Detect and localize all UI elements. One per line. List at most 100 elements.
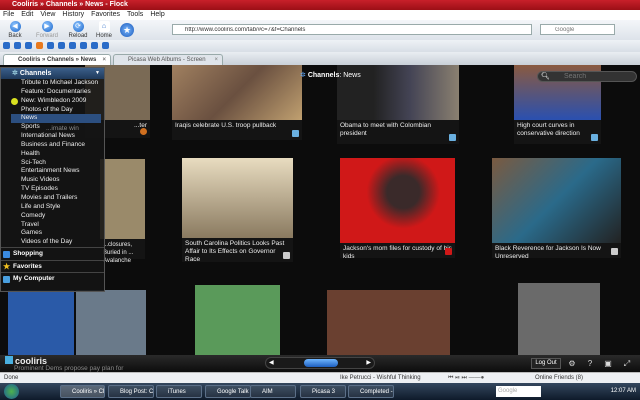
news-card[interactable] [518,283,600,355]
fullscreen-icon[interactable]: ⤢ [620,358,634,369]
cooliris-wall: ...ter Iraqis celebrate U.S. troop pullb… [0,65,640,355]
media-controls[interactable]: ⏮ ⏯ ⏭ ——● [448,373,484,383]
news-card[interactable]: Black Reverence for Jackson Is Now Unres… [492,158,621,260]
people-icon[interactable] [3,42,10,49]
news-card[interactable] [76,290,146,355]
taskbar-item[interactable]: Google Talk [205,385,251,398]
taskbar-item[interactable]: AIM [250,385,296,398]
channel-item[interactable]: Tribute to Michael Jackson [1,79,104,88]
taskbar-item[interactable]: Completed - U... [348,385,394,398]
news-card[interactable] [195,285,280,355]
tab-cooliris[interactable]: Cooliris » Channels » News × [3,54,111,65]
chevron-down-icon: ▼ [95,70,100,76]
star-favorite-icon[interactable]: ★ [120,23,134,37]
scroll-thumb[interactable] [304,359,338,367]
nyt-source-icon [611,248,618,255]
source-icon [140,128,147,135]
cooliris-channel-icon: ✲ [12,70,18,77]
pin-icon[interactable] [69,42,76,49]
news-card[interactable]: Jackson's mom files for custody of his k… [340,158,455,260]
channel-item[interactable]: Entertainment News [1,167,104,176]
menu-view[interactable]: View [40,11,55,18]
mail-icon[interactable] [47,42,54,49]
close-tab-icon[interactable]: × [102,55,106,65]
help-button[interactable]: ? [583,358,597,369]
address-bar[interactable] [172,24,532,35]
channel-item[interactable]: Business and Finance [1,141,104,150]
menu-history[interactable]: History [62,11,84,18]
home-button[interactable]: ⌂ Home [89,21,119,39]
news-card[interactable] [327,290,450,355]
section-shopping[interactable]: Shopping [1,247,104,260]
back-button[interactable]: ◀ Back [0,21,30,39]
menu-tools[interactable]: Tools [127,11,143,18]
media-icon[interactable] [25,42,32,49]
back-arrow-icon: ◀ [9,21,21,32]
computer-icon [3,276,10,284]
web-search-input[interactable] [540,24,615,35]
channel-item[interactable]: New: Wimbledon 2009 [1,97,104,106]
channel-item[interactable]: Health [1,150,104,159]
news-card[interactable]: ...closures, Buried in ... Avalanche [100,159,145,264]
channel-item[interactable]: Comedy [1,212,104,221]
channel-item[interactable]: Games [1,229,104,238]
now-playing[interactable]: Ike Petrucci - Wishful Thinking [340,373,421,383]
forward-arrow-icon: ▶ [41,21,53,32]
channel-item[interactable]: News [11,114,101,124]
embed-icon[interactable]: ▣ [601,358,615,369]
taskbar-item[interactable]: iTunes [156,385,202,398]
source-icon [292,130,299,137]
channel-item[interactable]: TV Episodes [1,185,104,194]
forward-button[interactable]: ▶ Forward [32,21,62,39]
person-icon[interactable] [14,42,21,49]
channel-item[interactable]: Sci-Tech [1,159,104,168]
cnn-source-icon [445,248,452,255]
source-icon [449,134,456,141]
menu-help[interactable]: Help [150,11,164,18]
clipboard-icon[interactable] [80,42,87,49]
source-icon [591,134,598,141]
wall-scrollbar[interactable]: ◀ ▶ [265,357,375,369]
upload-icon[interactable] [102,42,109,49]
news-card[interactable]: South Carolina Politics Looks Past Affai… [182,158,293,263]
background-caption-peek: ...imate win [46,125,79,132]
news-card[interactable]: Iraqis celebrate U.S. troop pullback [172,65,302,140]
section-favorites[interactable]: ★ Favorites [1,259,104,273]
taskbar-item[interactable]: Cooliris » Cha... [60,385,105,398]
menu-edit[interactable]: Edit [21,11,33,18]
start-button[interactable] [4,384,19,399]
online-friends[interactable]: Online Friends (8) [535,373,583,383]
menu-bar: File Edit View History Favorites Tools Help [0,10,640,20]
home-icon: ⌂ [98,21,110,32]
share-icon[interactable] [58,42,65,49]
news-card[interactable] [8,290,74,355]
menu-file[interactable]: File [3,11,14,18]
channel-item[interactable]: Photos of the Day [1,106,104,115]
settings-gear-icon[interactable]: ⚙ [565,358,579,369]
cooliris-channel-icon: ✲ [300,72,306,79]
blog-pen-icon[interactable] [91,42,98,49]
channel-item[interactable]: Travel [1,221,104,230]
scroll-right-icon[interactable]: ▶ [366,359,371,366]
close-tab-icon[interactable]: × [214,55,218,65]
tab-bar: Cooliris » Channels » News × Picasa Web A… [0,52,640,73]
tab-picasa[interactable]: Picasa Web Albums - Screen Captur...× [113,54,223,73]
taskbar: Cooliris » Cha...Blog Post: Coo...iTunes… [0,383,640,400]
channel-item[interactable]: Music Videos [1,176,104,185]
channel-item[interactable]: Movies and Trailers [1,194,104,203]
search-icon[interactable]: 🔍︎ [541,72,550,80]
taskbar-item[interactable]: Blog Post: Coo... [108,385,154,398]
channels-menu-header[interactable]: ✲ Channels ▼ [1,68,104,79]
section-my-computer[interactable]: My Computer [1,272,104,285]
rss-icon[interactable] [36,42,43,49]
scroll-left-icon[interactable]: ◀ [269,359,274,366]
menu-favorites[interactable]: Favorites [91,11,120,18]
taskbar-search[interactable]: Google [496,386,541,397]
channel-item[interactable]: Feature: Documentaries [1,88,104,97]
channel-search-input[interactable] [537,71,637,82]
channel-item[interactable]: Videos of the Day [1,238,104,247]
channel-breadcrumb: ✲ Channels: News [300,72,361,79]
taskbar-item[interactable]: Picasa 3 [300,385,346,398]
log-out-button[interactable]: Log Out [531,358,561,369]
channel-item[interactable]: Life and Style [1,203,104,212]
